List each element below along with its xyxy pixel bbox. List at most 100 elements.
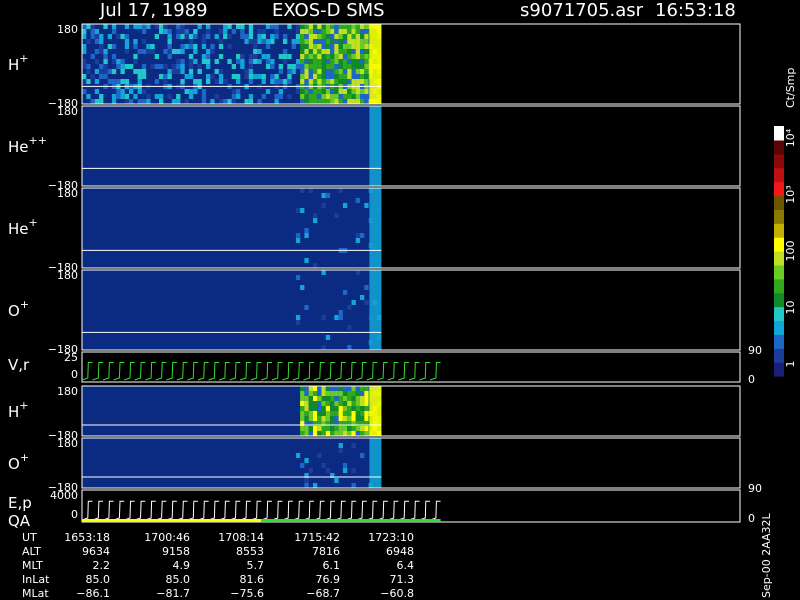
heat-cell — [347, 94, 352, 100]
heat-cell — [355, 79, 361, 85]
heat-cell — [176, 64, 181, 70]
heat-cell — [188, 54, 194, 60]
heat-cell — [261, 54, 266, 60]
heat-cell — [325, 411, 331, 417]
heat-cell — [146, 49, 151, 55]
heat-cell — [347, 426, 352, 432]
heat-cell — [120, 64, 125, 70]
heat-cell — [231, 94, 237, 100]
heat-cell — [364, 406, 369, 412]
heat-cell — [334, 29, 339, 35]
heat-cell — [111, 94, 117, 100]
heat-cell — [103, 74, 108, 80]
heat-cell — [159, 24, 164, 30]
heat-cell — [308, 431, 314, 437]
heat-cell — [342, 406, 348, 412]
heat-cell — [274, 24, 279, 30]
heat-cell — [355, 233, 361, 239]
heat-cell — [364, 49, 369, 55]
heat-cell — [334, 94, 339, 100]
heat-cell — [90, 29, 95, 35]
heat-cell — [193, 29, 198, 35]
heat-cell — [308, 406, 314, 412]
heat-cell — [167, 44, 172, 50]
heat-cell — [197, 79, 202, 85]
heat-cell — [116, 79, 121, 85]
heat-cell — [94, 49, 100, 55]
heat-cell — [355, 49, 361, 55]
heat-cell — [360, 34, 365, 40]
heat-cell — [223, 79, 228, 85]
heat-cell — [227, 44, 232, 50]
heat-cell — [167, 49, 172, 55]
ephem-value: 85.0 — [86, 573, 111, 586]
heat-cell — [308, 44, 314, 50]
heat-cell — [248, 59, 254, 65]
heat-cell — [150, 64, 155, 70]
heat-cell — [308, 89, 314, 95]
colorbar-swatch — [774, 278, 784, 294]
heat-cell — [338, 310, 343, 316]
heat-cell — [334, 64, 339, 70]
ephemeris-table: UT 1653:18 1700:46 1708:14 1715:42 1723:10 ALT… — [22, 531, 414, 600]
header-time: 16:53:18 — [655, 0, 736, 21]
heat-cell — [317, 426, 322, 432]
heat-cell — [342, 29, 348, 35]
colorbar-swatch — [774, 251, 784, 266]
colorbar-tick-label: 100 — [784, 241, 797, 262]
heat-cell — [206, 74, 211, 80]
heat-cell — [244, 34, 249, 40]
heat-cell — [133, 59, 138, 65]
heat-cell — [342, 39, 348, 45]
heat-cell — [300, 391, 305, 397]
heat-cell — [355, 24, 361, 30]
heat-cell — [330, 89, 335, 95]
heat-cell — [176, 99, 181, 105]
heat-cell — [300, 386, 305, 392]
heat-cell — [325, 74, 331, 80]
heat-cell — [295, 34, 301, 40]
heat-cell — [342, 386, 348, 392]
heat-cell — [308, 54, 314, 60]
heat-cell — [313, 89, 318, 95]
heat-cell — [300, 29, 305, 35]
heat-cell — [201, 59, 207, 65]
heat-cell — [347, 89, 352, 95]
heat-cell — [325, 193, 331, 199]
heat-cell — [278, 64, 284, 70]
colorbar-swatch — [774, 334, 784, 349]
heat-cell — [313, 44, 318, 50]
heat-cell — [313, 218, 318, 224]
heat-cell — [334, 54, 339, 60]
heat-cell — [248, 79, 254, 85]
heat-cell — [355, 406, 361, 412]
panel-0: 180−180H+ — [8, 23, 741, 110]
heat-cell — [342, 59, 348, 65]
heat-cell — [206, 64, 211, 70]
heat-cell — [308, 401, 314, 407]
heat-cell — [338, 448, 343, 454]
heat-cell — [360, 69, 365, 75]
heat-cell — [313, 431, 318, 437]
heat-cell — [342, 74, 348, 80]
heat-cell — [347, 49, 352, 55]
colorbar-tick-label: 10⁴ — [784, 128, 797, 147]
heat-cell — [334, 478, 339, 484]
heat-cell — [295, 233, 301, 239]
heat-cell — [231, 74, 237, 80]
heat-cell — [210, 99, 215, 105]
heat-cell — [360, 39, 365, 45]
heat-cell — [270, 39, 275, 45]
heat-cell — [257, 74, 262, 80]
heat-cell — [347, 39, 352, 45]
heat-cell — [355, 74, 361, 80]
heat-cell — [308, 64, 314, 70]
heat-cell — [133, 44, 138, 50]
heat-cell — [325, 426, 331, 432]
heat-cell — [197, 24, 202, 30]
heat-cell — [364, 411, 369, 417]
ytick-bottom: 0 — [71, 368, 78, 381]
heat-cell — [137, 24, 142, 30]
colorbar-swatch — [774, 292, 784, 308]
heat-cell — [111, 79, 117, 85]
